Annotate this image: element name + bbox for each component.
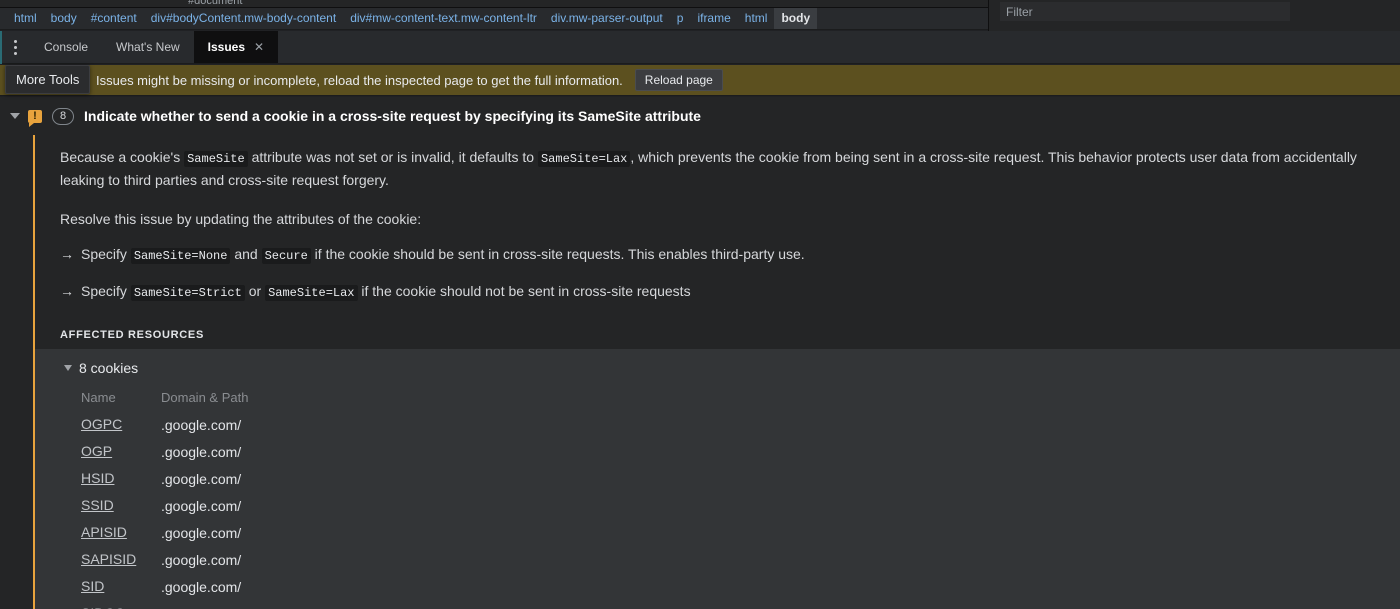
cookie-domain-path: .google.com/	[161, 443, 242, 460]
bullet2-text-1: Specify	[81, 283, 131, 299]
breadcrumb-item-8[interactable]: html	[738, 8, 775, 29]
issue-body: Because a cookie's SameSite attribute wa…	[0, 135, 1400, 609]
breadcrumb-item-0[interactable]: html	[7, 8, 44, 29]
cookie-domain-path: .google.com/	[161, 497, 242, 514]
breadcrumb-item-5[interactable]: div.mw-parser-output	[544, 8, 670, 29]
table-row: APISID .google.com/	[81, 519, 1400, 546]
bullet1-text-1: Specify	[81, 246, 131, 262]
cookie-name-link[interactable]: APISID	[81, 524, 127, 540]
affected-resources-label: AFFECTED RESOURCES	[60, 329, 204, 341]
code-samesite: SameSite	[184, 151, 248, 167]
breadcrumb-item-9[interactable]: body	[774, 8, 818, 29]
cookie-name-link[interactable]: SIDCC	[81, 605, 125, 609]
panel-accent-bar	[0, 31, 2, 64]
tab-console[interactable]: Console	[30, 31, 102, 63]
cookies-group-header[interactable]: 8 cookies	[34, 357, 1400, 379]
issues-list: ! 8 Indicate whether to send a cookie in…	[0, 97, 1400, 609]
breadcrumb-item-3[interactable]: div#bodyContent.mw-body-content	[144, 8, 343, 29]
cookies-table: Name Domain & Path OGPC .google.com/OGP .g…	[34, 379, 1400, 609]
cookies-group-label: 8 cookies	[79, 360, 139, 376]
warning-icon: !	[28, 109, 42, 127]
table-row: OGPC .google.com/	[81, 411, 1400, 438]
table-header-row: Name Domain & Path	[81, 384, 1400, 411]
cookie-name-link[interactable]: HSID	[81, 470, 114, 486]
cookie-domain-path: .google.com/	[161, 416, 242, 433]
code-samesite-lax-2: SameSite=Lax	[265, 285, 358, 301]
code-samesite-none: SameSite=None	[130, 248, 231, 264]
styles-filter-input[interactable]	[1000, 2, 1290, 21]
tab-what-s-new[interactable]: What's New	[102, 31, 194, 63]
banner-message: Issues might be missing or incomplete, r…	[96, 72, 623, 88]
desc-text-1: Because a cookie's	[60, 149, 185, 165]
cookie-name-link[interactable]: SID	[81, 578, 104, 594]
cookie-name-link[interactable]: SAPISID	[81, 551, 136, 567]
bullet2-text-3: if the cookie should not be sent in cros…	[357, 283, 691, 299]
desc-text-2: attribute was not set or is invalid, it …	[247, 149, 538, 165]
breadcrumb-item-7[interactable]: iframe	[690, 8, 737, 29]
cookie-domain-path: .google.com/	[161, 551, 242, 568]
bullet2-text-2: or	[244, 283, 266, 299]
table-row: SAPISID .google.com/	[81, 546, 1400, 573]
arrow-right-icon: →	[60, 283, 74, 299]
issue-resolution-heading: Resolve this issue by updating the attri…	[60, 211, 422, 227]
more-tools-tooltip: More Tools	[5, 65, 91, 94]
cookie-name-link[interactable]: OGP	[81, 443, 112, 459]
table-row: SSID .google.com/	[81, 492, 1400, 519]
table-row: SID .google.com/	[81, 573, 1400, 600]
resolution-bullet-2: → Specify SameSite=Strict or SameSite=La…	[34, 267, 1400, 304]
cookie-domain-path: .google.com/	[161, 578, 242, 595]
table-row: HSID .google.com/	[81, 465, 1400, 492]
table-row: OGP .google.com/	[81, 438, 1400, 465]
code-samesite-strict: SameSite=Strict	[130, 285, 245, 301]
breadcrumb-item-1[interactable]: body	[44, 8, 84, 29]
issue-header-row[interactable]: ! 8 Indicate whether to send a cookie in…	[0, 97, 1400, 135]
issue-title: Indicate whether to send a cookie in a c…	[84, 108, 701, 124]
more-tools-button[interactable]	[0, 31, 30, 63]
column-header-name: Name	[81, 390, 116, 405]
tab-label: What's New	[116, 40, 180, 54]
cookie-name-link[interactable]: OGPC	[81, 416, 122, 432]
breadcrumb-item-4[interactable]: div#mw-content-text.mw-content-ltr	[343, 8, 544, 29]
issues-reload-banner: Issues might be missing or incomplete, r…	[0, 65, 1400, 96]
breadcrumb-item-2[interactable]: #content	[84, 8, 144, 29]
code-secure: Secure	[261, 248, 311, 264]
cookie-domain-path: .google.com/	[161, 470, 242, 487]
tab-label: Issues	[207, 40, 246, 54]
breadcrumb-tail	[945, 8, 988, 30]
bullet1-text-3: if the cookie should be sent in cross-si…	[310, 246, 805, 262]
column-header-domain: Domain & Path	[161, 390, 249, 405]
cookie-domain-path: .google.com/	[161, 606, 1400, 609]
table-row: SIDCC .google.com/	[81, 600, 1400, 609]
issue-description-paragraph: Because a cookie's SameSite attribute wa…	[34, 135, 1400, 191]
breadcrumb-item-6[interactable]: p	[670, 8, 691, 29]
document-node-label: #document	[188, 0, 243, 7]
reload-page-button[interactable]: Reload page	[634, 69, 723, 91]
code-samesite-lax: SameSite=Lax	[537, 151, 631, 167]
chevron-down-icon[interactable]	[10, 113, 20, 119]
tab-label: Console	[44, 40, 89, 54]
cookie-name-link[interactable]: SSID	[81, 497, 114, 513]
close-icon[interactable]: ✕	[254, 40, 264, 54]
tab-issues[interactable]: Issues ✕	[193, 31, 279, 63]
breadcrumb[interactable]: html body #content div#bodyContent.mw-body-…	[0, 8, 988, 30]
drawer-tabbar: Console What's New Issues ✕	[0, 31, 1400, 64]
arrow-right-icon: →	[60, 246, 74, 262]
resolution-bullet-1: → Specify SameSite=None and Secure if th…	[34, 230, 1400, 267]
issue-count-badge: 8	[52, 107, 74, 125]
issue-accent-rail	[33, 135, 35, 609]
bullet1-text-2: and	[230, 246, 262, 262]
cookie-domain-path: .google.com/	[161, 524, 242, 541]
chevron-down-icon[interactable]	[64, 365, 72, 371]
affected-resources-panel: 8 cookies Name Domain & Path OGPC .google…	[34, 349, 1400, 609]
